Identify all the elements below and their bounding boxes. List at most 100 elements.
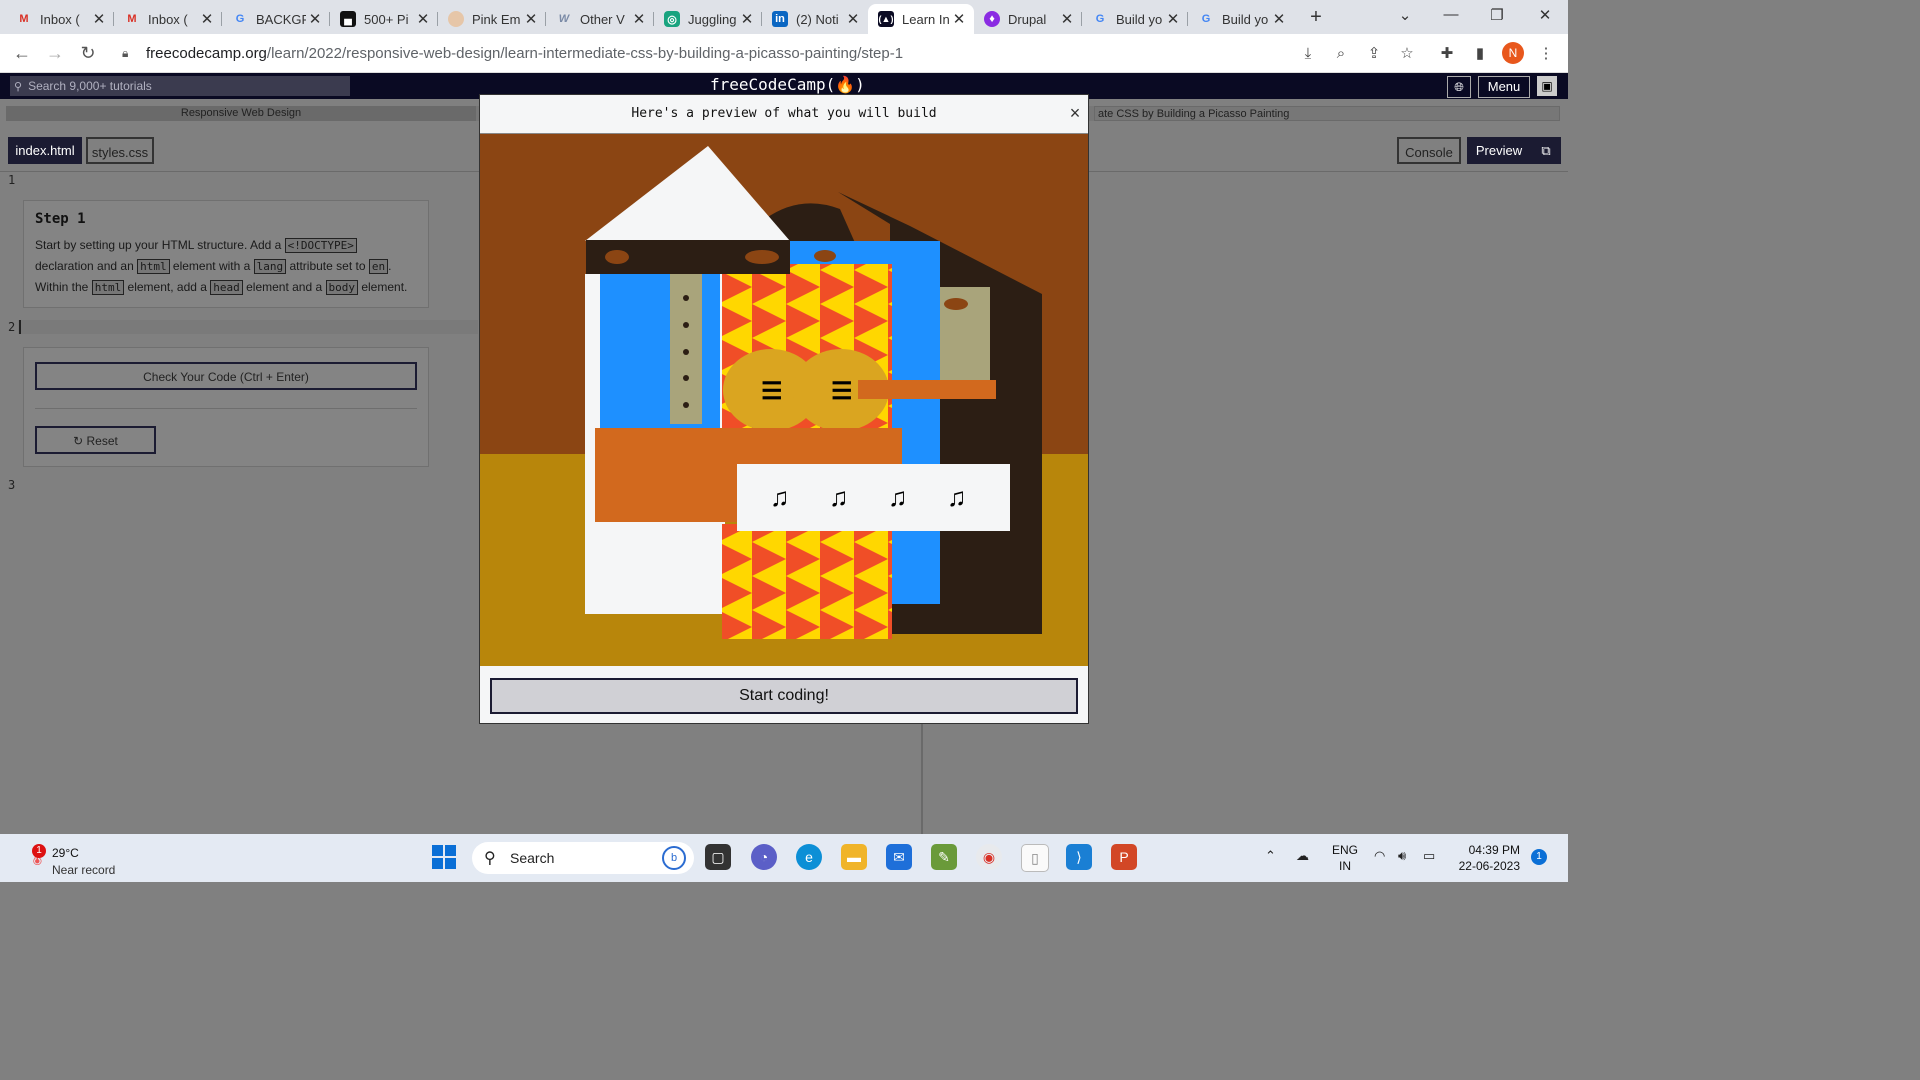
volume-icon[interactable]: 🔊︎: [1398, 848, 1406, 864]
restore-icon[interactable]: ❐: [1482, 6, 1512, 24]
teams-chat-icon[interactable]: ◔: [751, 844, 777, 870]
chevron-up-icon[interactable]: ⌃: [1265, 848, 1276, 864]
window-close-icon[interactable]: ✕: [1530, 6, 1560, 24]
file-explorer-icon[interactable]: ▬: [841, 844, 867, 870]
browser-tab[interactable]: M Inbox ( ✕: [114, 4, 222, 34]
tab-label: Build yo: [1116, 11, 1163, 27]
close-icon[interactable]: ✕: [306, 10, 324, 28]
popout-icon[interactable]: ⧉: [1531, 137, 1561, 164]
tab-search-icon[interactable]: ⌄: [1390, 6, 1420, 24]
console-button[interactable]: Console: [1397, 137, 1461, 164]
forward-icon[interactable]: →: [43, 42, 67, 64]
browser-tab[interactable]: G Build yo ✕: [1082, 4, 1188, 34]
notepad-icon[interactable]: ▯: [1021, 844, 1049, 872]
new-tab-button[interactable]: +: [1304, 6, 1328, 30]
weather-desc: Near record: [52, 863, 116, 877]
button-dot: [683, 402, 689, 408]
close-icon[interactable]: ✕: [1270, 10, 1288, 28]
powerpoint-icon[interactable]: P: [1111, 844, 1137, 870]
browser-tab[interactable]: W Other V ✕: [546, 4, 654, 34]
tab-label: Inbox (: [148, 11, 188, 27]
mail-icon[interactable]: ✉: [886, 844, 912, 870]
close-icon[interactable]: ✕: [414, 10, 432, 28]
close-icon[interactable]: ✕: [198, 10, 216, 28]
address-bar[interactable]: 🔒︎ freecodecamp.org/learn/2022/responsiv…: [112, 38, 1412, 68]
preview-button[interactable]: Preview: [1467, 137, 1531, 164]
photos-icon[interactable]: ✎: [931, 844, 957, 870]
zoom-icon[interactable]: ⌕: [1330, 43, 1352, 65]
user-avatar[interactable]: ▣: [1537, 76, 1557, 96]
language-icon[interactable]: 🌐︎: [1447, 76, 1471, 98]
close-icon[interactable]: ×: [1066, 103, 1084, 123]
install-icon[interactable]: ⤓: [1297, 43, 1319, 65]
browser-tab-active[interactable]: (▲) Learn In ✕: [868, 4, 974, 34]
close-icon[interactable]: ✕: [844, 10, 862, 28]
vscode-icon[interactable]: ⟩: [1066, 844, 1092, 870]
wifi-icon[interactable]: ◠: [1374, 848, 1385, 864]
clock[interactable]: 04:39 PM 22-06-2023: [1456, 842, 1520, 874]
minimize-icon[interactable]: —: [1436, 6, 1466, 23]
button-dot: [683, 295, 689, 301]
share-icon[interactable]: ⇪: [1363, 43, 1385, 65]
notification-badge[interactable]: 1: [1531, 849, 1547, 865]
gmail-icon: M: [127, 13, 137, 25]
browser-tab[interactable]: G Build yo ✕: [1188, 4, 1294, 34]
browser-tab[interactable]: Pink Em ✕: [438, 4, 546, 34]
close-icon[interactable]: ✕: [1164, 10, 1182, 28]
browser-tab[interactable]: in (2) Noti ✕: [762, 4, 868, 34]
close-icon[interactable]: ✕: [738, 10, 756, 28]
menu-button[interactable]: Menu: [1478, 76, 1530, 98]
close-icon[interactable]: ✕: [522, 10, 540, 28]
openai-icon: ◎: [664, 11, 680, 27]
search-placeholder: Search 9,000+ tutorials: [28, 79, 152, 93]
extensions-icon[interactable]: ✚: [1436, 43, 1458, 65]
browser-tab[interactable]: ◎ Juggling ✕: [654, 4, 762, 34]
lock-icon: 🔒︎: [122, 45, 129, 60]
back-icon[interactable]: ←: [10, 42, 34, 64]
close-icon[interactable]: ✕: [1058, 10, 1076, 28]
linkedin-icon: in: [772, 11, 788, 27]
start-coding-button[interactable]: Start coding!: [490, 678, 1078, 714]
google-icon: G: [1201, 13, 1211, 25]
side-panel-icon[interactable]: ▮: [1469, 43, 1491, 65]
browser-tab[interactable]: G BACKGR ✕: [222, 4, 330, 34]
windows-start-icon[interactable]: [432, 845, 456, 869]
eye-right: [944, 298, 968, 310]
bookmark-star-icon[interactable]: ☆: [1396, 43, 1418, 65]
check-code-button[interactable]: Check Your Code (Ctrl + Enter): [35, 362, 417, 390]
language-indicator[interactable]: ENG IN: [1332, 842, 1358, 874]
gmail-icon: M: [19, 13, 29, 25]
eye-middle: [745, 250, 779, 264]
search-input[interactable]: ⚲ Search 9,000+ tutorials: [10, 76, 350, 96]
line-number: 1: [8, 173, 16, 187]
onedrive-icon[interactable]: ☁: [1296, 848, 1309, 864]
button-dot: [683, 349, 689, 355]
breadcrumb-superblock[interactable]: Responsive Web Design: [6, 106, 476, 121]
close-icon[interactable]: ✕: [630, 10, 648, 28]
task-view-icon[interactable]: ▢: [705, 844, 731, 870]
edge-icon[interactable]: e: [796, 844, 822, 870]
chrome-icon[interactable]: ◉: [976, 844, 1002, 870]
profile-avatar[interactable]: N: [1502, 42, 1524, 64]
bing-icon[interactable]: b: [662, 846, 686, 870]
close-icon[interactable]: ✕: [90, 10, 108, 28]
tab-index-html[interactable]: index.html: [8, 137, 82, 164]
more-menu-icon[interactable]: ⋮: [1535, 43, 1557, 65]
taskbar-search[interactable]: ⚲ Search b: [472, 842, 694, 874]
reload-icon[interactable]: ↻: [76, 42, 100, 64]
weather-temp: 29°C: [52, 846, 79, 860]
weather-badge: 1: [32, 844, 46, 858]
browser-tab[interactable]: M Inbox ( ✕: [6, 4, 114, 34]
weather-widget[interactable]: 🌡︎ 1 29°C Near record: [22, 840, 162, 877]
tab-styles-css[interactable]: styles.css: [86, 137, 154, 164]
browser-tab[interactable]: ▄ 500+ Pi ✕: [330, 4, 438, 34]
battery-icon[interactable]: ▭: [1423, 848, 1435, 864]
reset-button[interactable]: ↻ Reset: [35, 426, 156, 454]
editor-line-2[interactable]: [18, 320, 478, 334]
browser-tab[interactable]: ♦ Drupal ✕: [974, 4, 1082, 34]
close-icon[interactable]: ✕: [950, 10, 968, 28]
divider: [35, 408, 417, 409]
fcc-logo[interactable]: freeCodeCamp(🔥): [710, 75, 865, 94]
tab-label: (2) Noti: [796, 11, 839, 27]
breadcrumb-block[interactable]: ate CSS by Building a Picasso Painting: [1094, 106, 1560, 121]
